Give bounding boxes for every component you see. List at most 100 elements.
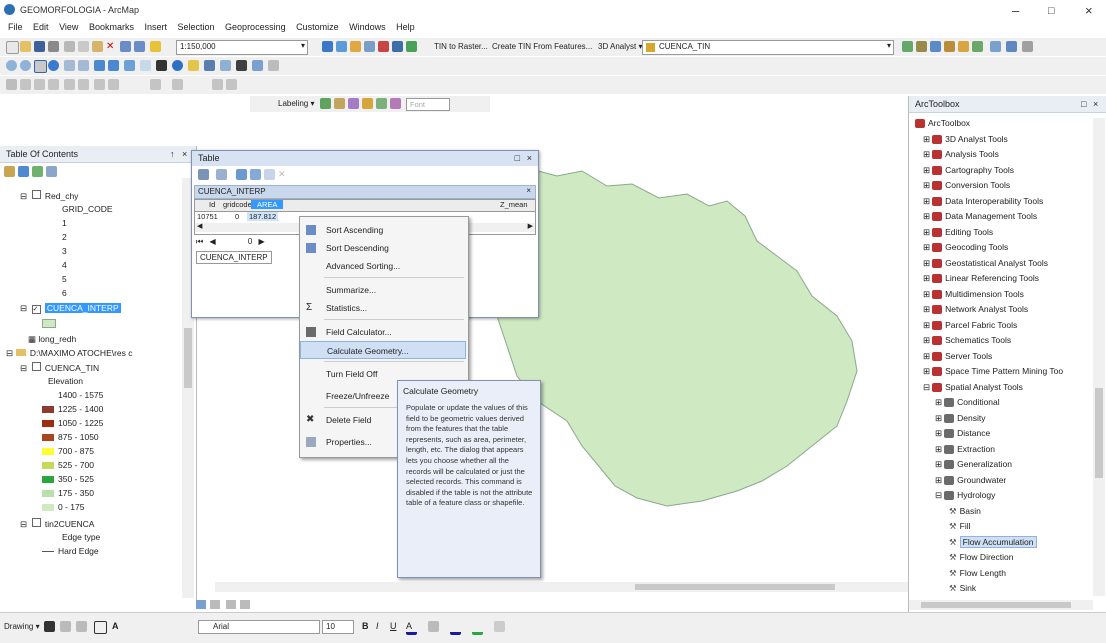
expand-icon[interactable]: ⊞ — [923, 149, 930, 159]
scroll-thumb[interactable] — [635, 584, 835, 590]
close-icon[interactable]: × — [1085, 3, 1093, 18]
toolbox-item[interactable]: ⊞ Analysis Tools — [923, 149, 999, 160]
expand-icon[interactable]: ⊞ — [935, 475, 942, 485]
search-window-icon[interactable] — [364, 41, 375, 52]
shadow-color-icon[interactable] — [494, 621, 505, 632]
pin-icon[interactable]: ↑ — [170, 146, 175, 162]
settings-icon[interactable] — [1022, 41, 1033, 52]
toolbox-item[interactable]: ⊞ Generalization — [935, 459, 1012, 470]
lock-labels-icon[interactable] — [362, 98, 373, 109]
toolbox-item[interactable]: ⚒ Basin — [949, 506, 981, 517]
expand-icon[interactable]: ⊟ — [923, 382, 930, 392]
expand-icon[interactable]: ⊞ — [923, 242, 930, 252]
modelbuilder-icon[interactable] — [406, 41, 417, 52]
add-data-icon[interactable] — [150, 41, 161, 52]
toolbox-item[interactable]: ⚒ Flow Direction — [949, 552, 1013, 563]
toc-group-folder[interactable]: ⊟ D:\MAXIMO ATOCHE\res c — [6, 348, 133, 359]
create-features-icon[interactable] — [108, 79, 119, 90]
table-layer-tab[interactable]: CUENCA_INTERP × — [194, 185, 536, 199]
zoom-in-icon[interactable] — [6, 60, 17, 71]
menu-insert[interactable]: Insert — [144, 22, 167, 32]
reshape-icon[interactable] — [20, 79, 31, 90]
list-by-drawing-order-icon[interactable] — [4, 166, 15, 177]
toolbox-item[interactable]: ⊞ Extraction — [935, 444, 995, 455]
maximize-icon[interactable]: □ — [1048, 5, 1055, 17]
viewer-icon[interactable] — [268, 60, 279, 71]
zoom-out-icon[interactable] — [20, 60, 31, 71]
expand-icon[interactable]: ⊟ — [935, 490, 942, 500]
view-unplaced-labels-icon[interactable] — [390, 98, 401, 109]
editor-toolbar-icon[interactable] — [322, 41, 333, 52]
topology-icon[interactable] — [226, 79, 237, 90]
steepest-path-icon[interactable] — [916, 41, 927, 52]
font-name-select[interactable]: Arial — [198, 620, 320, 634]
toolbox-item[interactable]: ⊞ Conversion Tools — [923, 180, 1010, 191]
expand-icon[interactable]: ⊞ — [923, 196, 930, 206]
expand-icon[interactable]: ⊞ — [923, 134, 930, 144]
map-hscrollbar[interactable] — [215, 582, 909, 592]
menu-bookmarks[interactable]: Bookmarks — [89, 22, 134, 32]
redo-icon[interactable] — [134, 41, 145, 52]
edit-vertices-icon[interactable] — [6, 79, 17, 90]
full-extent-icon[interactable] — [48, 60, 59, 71]
toolbox-item[interactable]: ⊞ Distance — [935, 428, 990, 439]
catalog-icon[interactable] — [350, 41, 361, 52]
expand-icon[interactable]: ⊞ — [923, 351, 930, 361]
interpolate-line-icon[interactable] — [944, 41, 955, 52]
scroll-left-icon[interactable]: ◀ — [197, 222, 202, 230]
scale-box[interactable]: 1:150,000 ▾ — [176, 40, 308, 55]
time-slider-icon[interactable] — [252, 60, 263, 71]
measure-icon[interactable] — [220, 60, 231, 71]
toolbox-item[interactable]: ArcToolbox — [915, 118, 970, 129]
rectangle-icon[interactable] — [94, 621, 107, 634]
sketch-properties-icon[interactable] — [94, 79, 105, 90]
line-of-sight-icon[interactable] — [930, 41, 941, 52]
layer-checkbox-checked[interactable]: ✓ — [31, 305, 41, 314]
expand-icon[interactable]: ⊞ — [923, 320, 930, 330]
menu-file[interactable]: File — [8, 22, 23, 32]
labeling-menu[interactable]: Labeling ▾ — [278, 99, 315, 108]
goto-xy-icon[interactable] — [236, 60, 247, 71]
basin-polygon[interactable] — [491, 167, 858, 507]
col-gridcode[interactable]: gridcode — [223, 200, 252, 209]
menu-windows[interactable]: Windows — [349, 22, 386, 32]
toolbox-item[interactable]: ⊞ Parcel Fabric Tools — [923, 320, 1017, 331]
expand-icon[interactable]: ⊞ — [935, 459, 942, 469]
menu-view[interactable]: View — [59, 22, 78, 32]
menu-item-field-calculator[interactable]: Field Calculator... — [300, 323, 466, 341]
expand-icon[interactable]: ⊞ — [923, 273, 930, 283]
label-weight-icon[interactable] — [348, 98, 359, 109]
open-icon[interactable] — [20, 41, 31, 52]
close-icon[interactable]: × — [527, 151, 532, 166]
rotate-icon[interactable] — [60, 621, 71, 632]
table-bottom-tab[interactable]: CUENCA_INTERP — [196, 251, 272, 264]
menu-item-calculate-geometry[interactable]: Calculate Geometry... — [300, 341, 466, 359]
zoom-to-selected-icon[interactable] — [76, 621, 87, 632]
fill-color-icon[interactable] — [428, 621, 439, 632]
toolbox-item[interactable]: ⊞ Cartography Tools — [923, 165, 1014, 176]
col-area[interactable]: AREA — [251, 200, 284, 209]
expand-icon[interactable]: ⊞ — [923, 211, 930, 221]
paste-icon[interactable] — [92, 41, 103, 52]
layer-checkbox[interactable] — [31, 362, 41, 371]
select-by-attributes-icon[interactable] — [236, 169, 247, 180]
toolbox-item[interactable]: ⚒ Sink — [949, 583, 976, 594]
fixed-zoom-in-icon[interactable] — [64, 60, 75, 71]
font-color-icon[interactable]: A — [406, 621, 417, 635]
layer-checkbox[interactable] — [31, 518, 41, 527]
toolbox-item[interactable]: ⊞ Network Analyst Tools — [923, 304, 1028, 315]
new-document-icon[interactable] — [6, 41, 19, 54]
scroll-thumb[interactable] — [1095, 388, 1103, 478]
collapse-icon[interactable]: ⊟ — [20, 363, 27, 373]
menu-selection[interactable]: Selection — [178, 22, 215, 32]
previous-record-icon[interactable]: ◀ — [209, 237, 215, 246]
drawing-menu[interactable]: Drawing ▾ — [4, 622, 40, 631]
toolbox-item[interactable]: ⚒ Flow Length — [949, 568, 1006, 579]
create-tin-button[interactable]: Create TIN From Features... — [492, 42, 592, 51]
toc-layer-long-redh[interactable]: ▦ long_redh — [28, 334, 76, 345]
minimize-icon[interactable]: – — [1012, 3, 1019, 18]
clear-selection-icon[interactable] — [264, 169, 275, 180]
menu-edit[interactable]: Edit — [33, 22, 49, 32]
toolbox-item[interactable]: ⊞ Space Time Pattern Mining Too — [923, 366, 1063, 377]
pause-labeling-icon[interactable] — [376, 98, 387, 109]
